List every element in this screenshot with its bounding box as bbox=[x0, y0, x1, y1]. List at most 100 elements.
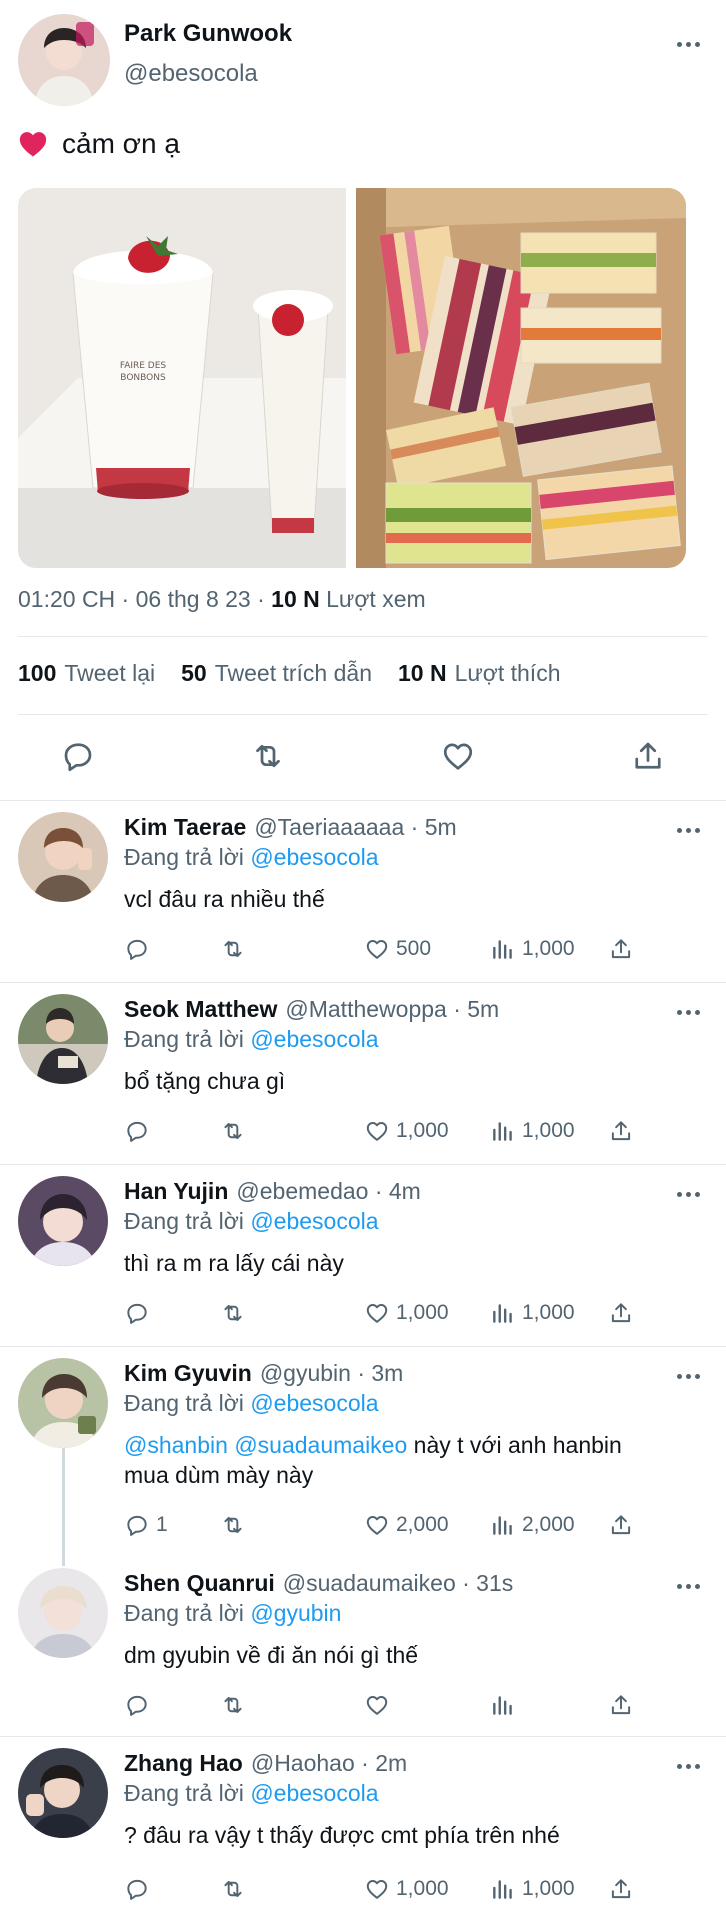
retweet-button[interactable] bbox=[220, 1688, 246, 1722]
avatar[interactable] bbox=[18, 994, 108, 1084]
more-icon[interactable] bbox=[673, 1576, 703, 1596]
tweet-timestamp[interactable]: 01:20 CH · 06 thg 8 23 · bbox=[18, 586, 265, 612]
reply-button[interactable] bbox=[124, 1114, 156, 1148]
share-icon bbox=[608, 1692, 634, 1718]
reply-text-content: mua dùm mày này bbox=[124, 1462, 314, 1488]
avatar[interactable] bbox=[18, 812, 108, 902]
tweet-text: cảm ơn ạ bbox=[18, 128, 180, 160]
retweets-count: 100 bbox=[18, 660, 57, 686]
mention-link[interactable]: @shanbin bbox=[124, 1432, 228, 1458]
replying-to-mention[interactable]: @ebesocola bbox=[250, 844, 378, 870]
replying-to-mention[interactable]: @ebesocola bbox=[250, 1208, 378, 1234]
share-button[interactable] bbox=[608, 1296, 634, 1330]
more-icon[interactable] bbox=[673, 1756, 703, 1776]
retweet-button[interactable] bbox=[220, 932, 246, 966]
like-button[interactable]: 1,000 bbox=[364, 1296, 449, 1330]
replying-to-mention[interactable]: @gyubin bbox=[250, 1600, 341, 1626]
reply-button[interactable] bbox=[124, 1688, 156, 1722]
reply-author-handle[interactable]: @Haohao · 2m bbox=[251, 1750, 407, 1776]
more-icon[interactable] bbox=[673, 34, 703, 54]
reply-author-handle[interactable]: @Taeriaaaaaa · 5m bbox=[254, 814, 456, 840]
like-button[interactable]: 1,000 bbox=[364, 1114, 449, 1148]
views-button[interactable]: 1,000 bbox=[490, 1114, 575, 1148]
mention-link[interactable]: @suadaumaikeo bbox=[234, 1432, 407, 1458]
reply-tweet[interactable]: Kim Taerae @Taeriaaaaaa · 5m Đang trả lời… bbox=[0, 800, 726, 982]
replying-to: Đang trả lời @ebesocola bbox=[124, 1208, 379, 1235]
avatar[interactable] bbox=[18, 1358, 108, 1448]
author-handle[interactable]: @ebesocola bbox=[124, 60, 258, 88]
more-icon[interactable] bbox=[673, 1184, 703, 1204]
reply-text: vcl đâu ra nhiều thế bbox=[124, 886, 325, 912]
reply-author-name[interactable]: Kim Gyuvin bbox=[124, 1360, 252, 1386]
reply-author-name[interactable]: Kim Taerae bbox=[124, 814, 246, 840]
like-button[interactable]: 1,000 bbox=[364, 1872, 449, 1906]
reply-button[interactable] bbox=[124, 932, 156, 966]
reply-tweet[interactable]: Shen Quanrui @suadaumaikeo · 31s Đang trả… bbox=[0, 1556, 726, 1736]
likes-stat[interactable]: 10 N Lượt thích bbox=[398, 660, 561, 687]
like-icon[interactable] bbox=[440, 738, 476, 774]
share-button[interactable] bbox=[608, 1114, 634, 1148]
more-icon[interactable] bbox=[673, 820, 703, 840]
reply-tweet[interactable]: Seok Matthew @Matthewoppa · 5m Đang trả l… bbox=[0, 982, 726, 1164]
replying-label: Đang trả lời bbox=[124, 1780, 244, 1806]
author-name[interactable]: Park Gunwook bbox=[124, 20, 292, 48]
tweet-photo-drinks[interactable]: FAIRE DES BONBONS bbox=[18, 188, 346, 568]
reply-author-name[interactable]: Zhang Hao bbox=[124, 1750, 243, 1776]
views-button[interactable]: 2,000 bbox=[490, 1508, 575, 1542]
reply-author-handle[interactable]: @suadaumaikeo · 31s bbox=[283, 1570, 513, 1596]
reply-tweet[interactable]: Kim Gyuvin @gyubin · 3m Đang trả lời @ebe… bbox=[0, 1346, 726, 1556]
reply-author-name[interactable]: Seok Matthew bbox=[124, 996, 277, 1022]
reply-tweet[interactable]: Zhang Hao @Haohao · 2m Đang trả lời @ebes… bbox=[0, 1736, 726, 1920]
reply-author-handle[interactable]: @ebemedao · 4m bbox=[236, 1178, 420, 1204]
retweet-button[interactable] bbox=[220, 1508, 246, 1542]
retweet-button[interactable] bbox=[220, 1872, 246, 1906]
quotes-label: Tweet trích dẫn bbox=[214, 660, 372, 686]
replying-label: Đang trả lời bbox=[124, 844, 244, 870]
reply-actions: 500 1,000 bbox=[124, 932, 644, 966]
replying-to-mention[interactable]: @ebesocola bbox=[250, 1026, 378, 1052]
author-avatar[interactable] bbox=[18, 14, 110, 106]
like-button[interactable]: 2,000 bbox=[364, 1508, 449, 1542]
replying-to-mention[interactable]: @ebesocola bbox=[250, 1780, 378, 1806]
reply-actions: 1,000 1,000 bbox=[124, 1296, 644, 1330]
retweet-button[interactable] bbox=[220, 1114, 246, 1148]
reply-tweet[interactable]: Han Yujin @ebemedao · 4m Đang trả lời @eb… bbox=[0, 1164, 726, 1346]
reply-author-name[interactable]: Han Yujin bbox=[124, 1178, 228, 1204]
reply-button[interactable] bbox=[124, 1872, 156, 1906]
share-button[interactable] bbox=[608, 1688, 634, 1722]
reply-author-name[interactable]: Shen Quanrui bbox=[124, 1570, 275, 1596]
reply-author-handle[interactable]: @Matthewoppa · 5m bbox=[285, 996, 499, 1022]
tweet-photo-cakes[interactable] bbox=[356, 188, 686, 568]
views-button[interactable] bbox=[490, 1688, 522, 1722]
reply-button[interactable] bbox=[124, 1296, 156, 1330]
quotes-stat[interactable]: 50 Tweet trích dẫn bbox=[181, 660, 372, 687]
reply-button[interactable]: 1 bbox=[124, 1508, 168, 1542]
share-button[interactable] bbox=[608, 1508, 634, 1542]
retweet-button[interactable] bbox=[220, 1296, 246, 1330]
reply-author-handle[interactable]: @gyubin · 3m bbox=[260, 1360, 404, 1386]
more-icon[interactable] bbox=[673, 1002, 703, 1022]
retweets-stat[interactable]: 100 Tweet lại bbox=[18, 660, 155, 687]
divider bbox=[18, 714, 708, 715]
views-icon bbox=[490, 1692, 516, 1718]
avatar[interactable] bbox=[18, 1568, 108, 1658]
views-button[interactable]: 1,000 bbox=[490, 932, 575, 966]
views-count: 10 N bbox=[271, 586, 320, 612]
reply-icon[interactable] bbox=[60, 738, 96, 774]
tweet-meta: 01:20 CH · 06 thg 8 23 · 10 N Lượt xem bbox=[18, 586, 426, 613]
like-icon bbox=[364, 1118, 390, 1144]
retweet-icon[interactable] bbox=[250, 738, 286, 774]
avatar[interactable] bbox=[18, 1748, 108, 1838]
share-button[interactable] bbox=[608, 1872, 634, 1906]
reply-actions: 1,000 1,000 bbox=[124, 1114, 644, 1148]
replying-to-mention[interactable]: @ebesocola bbox=[250, 1390, 378, 1416]
views-button[interactable]: 1,000 bbox=[490, 1872, 575, 1906]
share-icon[interactable] bbox=[630, 738, 666, 774]
views-button[interactable]: 1,000 bbox=[490, 1296, 575, 1330]
reply-text: @shanbin @suadaumaikeo này t với anh han… bbox=[124, 1430, 704, 1490]
like-button[interactable]: 500 bbox=[364, 932, 431, 966]
more-icon[interactable] bbox=[673, 1366, 703, 1386]
share-button[interactable] bbox=[608, 932, 634, 966]
avatar[interactable] bbox=[18, 1176, 108, 1266]
like-button[interactable] bbox=[364, 1688, 396, 1722]
